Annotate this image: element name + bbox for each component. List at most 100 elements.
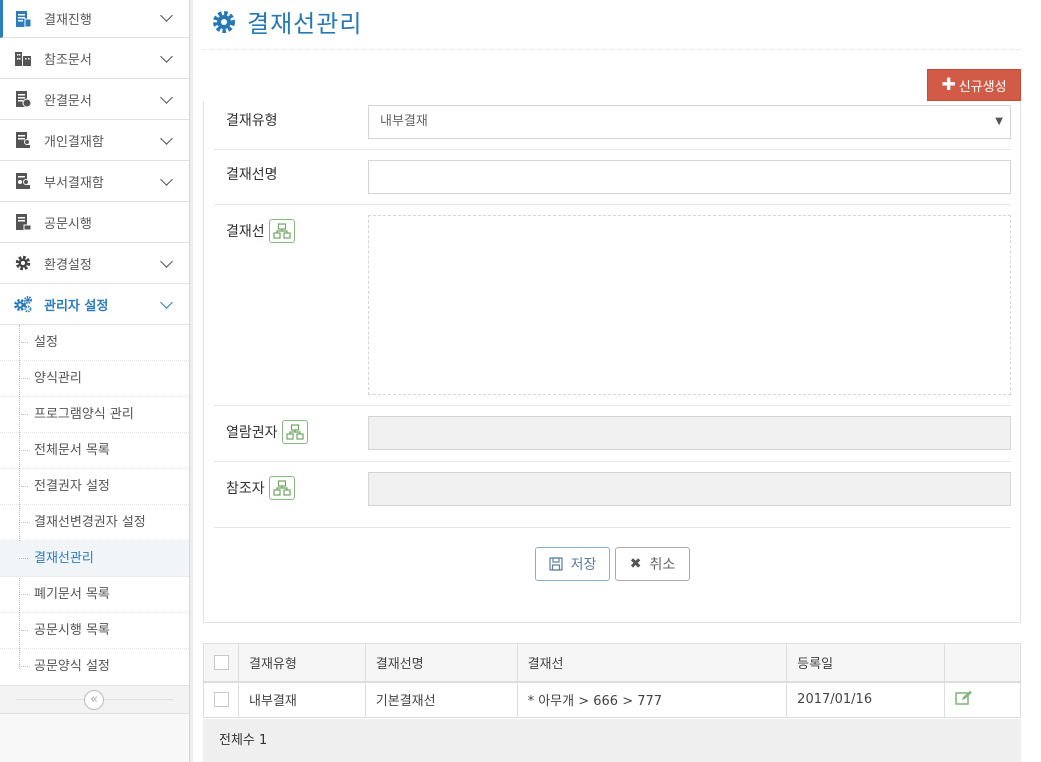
cell-type: 내부결재 <box>237 681 366 718</box>
floppy-icon <box>549 557 563 571</box>
chevron-down-icon <box>160 91 173 104</box>
save-label: 저장 <box>570 557 597 573</box>
new-create-label: 신규생성 <box>958 79 1007 95</box>
col-type: 결재유형 <box>237 643 366 683</box>
page-header: 결재선관리 <box>203 0 1021 50</box>
submenu-line-change-settings[interactable]: 결재선변경권자 설정 <box>0 505 189 541</box>
menu-label: 부서결재함 <box>44 175 104 191</box>
form-row-type: 결재유형 내부결재 ▼ <box>214 101 1011 150</box>
submenu-program-form[interactable]: 프로그램양식 관리 <box>0 397 189 433</box>
team-document-icon <box>12 171 34 191</box>
cell-line: * 아무개 > 666 > 777 <box>516 681 788 718</box>
menu-label: 완결문서 <box>44 93 92 109</box>
line-table: 결재유형 결재선명 결재선 등록일 내부결재 기본결재선 * 아무개 > 666… <box>203 643 1021 718</box>
viewer-input <box>368 416 1011 450</box>
submenu-official-form-settings[interactable]: 공문양식 설정 <box>0 649 189 685</box>
cell-action <box>944 681 1021 718</box>
type-label: 결재유형 <box>226 113 278 129</box>
form-row-line: 결재선 <box>214 205 1011 406</box>
submenu-discarded-docs[interactable]: 폐기문서 목록 <box>0 577 189 613</box>
plus-icon: ✚ <box>941 74 956 95</box>
org-chart-icon <box>273 223 291 239</box>
chevron-down-icon <box>160 255 173 268</box>
page-title: 결재선관리 <box>247 10 363 38</box>
type-select[interactable]: 내부결재 ▼ <box>368 105 1011 139</box>
approval-line-area[interactable] <box>368 215 1011 395</box>
submenu-delegate-settings[interactable]: 전결권자 설정 <box>0 469 189 505</box>
table-header-row: 결재유형 결재선명 결재선 등록일 <box>203 643 1021 683</box>
col-action <box>944 643 1021 683</box>
chevron-down-icon <box>160 50 173 63</box>
sidebar-collapse-bar: « <box>0 686 189 714</box>
sidebar: 결재진행 참조문서 완결문서 개인결재함 부서결재함 공문시행 환경설정 관리자… <box>0 0 193 762</box>
form-row-viewer: 열람권자 <box>214 406 1011 462</box>
select-all-checkbox[interactable] <box>214 654 229 670</box>
col-name: 결재선명 <box>364 643 518 683</box>
menu-label: 참조문서 <box>44 52 92 68</box>
menu-label: 결재진행 <box>44 13 92 28</box>
form-row-ref: 참조자 <box>214 462 1011 528</box>
menu-label: 환경설정 <box>44 257 92 273</box>
new-create-button[interactable]: ✚ 신규생성 <box>927 69 1021 101</box>
save-button[interactable]: 저장 <box>535 547 610 581</box>
chevron-down-icon <box>160 296 173 309</box>
org-chart-button[interactable] <box>268 476 295 500</box>
form-row-name: 결재선명 <box>214 150 1011 205</box>
gear-icon <box>211 9 237 39</box>
admin-submenu: 설정 양식관리 프로그램양식 관리 전체문서 목록 전결권자 설정 결재선변경권… <box>0 325 189 686</box>
menu-completed-docs[interactable]: 완결문서 <box>0 79 189 120</box>
table-row[interactable]: 내부결재 기본결재선 * 아무개 > 666 > 777 2017/01/16 <box>203 681 1021 718</box>
menu-approval-progress[interactable]: 결재진행 <box>0 0 189 38</box>
submenu-line-management[interactable]: 결재선관리 <box>0 541 189 577</box>
line-form: 결재유형 내부결재 ▼ 결재선명 결재선 열람권자 참조자 저장 ✖ 취소 <box>203 101 1021 623</box>
menu-personal-box[interactable]: 개인결재함 <box>0 120 189 161</box>
chevron-down-icon <box>160 173 173 186</box>
table-footer-total: 전체수 1 <box>203 719 1021 762</box>
line-label-wrap: 결재선 <box>226 219 295 243</box>
submenu-official-list[interactable]: 공문시행 목록 <box>0 613 189 649</box>
document-check-icon <box>12 89 34 109</box>
menu-label: 개인결재함 <box>44 134 104 150</box>
cell-date: 2017/01/16 <box>786 681 946 718</box>
submenu-all-docs[interactable]: 전체문서 목록 <box>0 433 189 469</box>
menu-reference-docs[interactable]: 참조문서 <box>0 38 189 79</box>
type-select-value: 내부결재 <box>380 114 428 129</box>
org-chart-button[interactable] <box>281 420 308 444</box>
org-chart-icon <box>285 424 304 440</box>
line-label: 결재선 <box>226 224 265 240</box>
menu-official-doc[interactable]: 공문시행 <box>0 202 189 243</box>
collapse-sidebar-button[interactable]: « <box>84 690 104 710</box>
gears-icon <box>12 294 34 314</box>
chevron-down-icon <box>160 9 173 22</box>
chevron-down-icon <box>160 132 173 145</box>
ref-label-wrap: 참조자 <box>226 476 295 500</box>
menu-admin-settings[interactable]: 관리자 설정 <box>0 284 189 325</box>
menu-label: 공문시행 <box>44 216 92 232</box>
line-name-input[interactable] <box>368 160 1011 194</box>
menu-dept-box[interactable]: 부서결재함 <box>0 161 189 202</box>
row-checkbox[interactable] <box>214 692 229 708</box>
viewer-label: 열람권자 <box>226 425 278 441</box>
caret-down-icon: ▼ <box>995 116 1003 127</box>
close-icon: ✖ <box>629 556 642 572</box>
viewer-label-wrap: 열람권자 <box>226 420 308 444</box>
document-send-icon <box>12 212 34 232</box>
reference-input <box>368 472 1011 506</box>
col-line: 결재선 <box>516 643 788 683</box>
cancel-button[interactable]: ✖ 취소 <box>615 547 690 581</box>
user-document-icon <box>12 130 34 150</box>
gear-icon <box>12 253 34 273</box>
org-chart-button[interactable] <box>268 219 295 243</box>
ref-label: 참조자 <box>226 481 265 497</box>
cancel-label: 취소 <box>649 557 676 573</box>
name-label: 결재선명 <box>226 167 278 183</box>
menu-preferences[interactable]: 환경설정 <box>0 243 189 284</box>
submenu-settings[interactable]: 설정 <box>0 325 189 361</box>
menu-label: 관리자 설정 <box>44 298 109 314</box>
edit-icon[interactable] <box>955 690 973 706</box>
submenu-form-management[interactable]: 양식관리 <box>0 361 189 397</box>
cell-name: 기본결재선 <box>364 681 518 718</box>
document-progress-icon <box>12 9 34 29</box>
building-icon <box>12 48 34 68</box>
org-chart-icon <box>273 480 291 496</box>
